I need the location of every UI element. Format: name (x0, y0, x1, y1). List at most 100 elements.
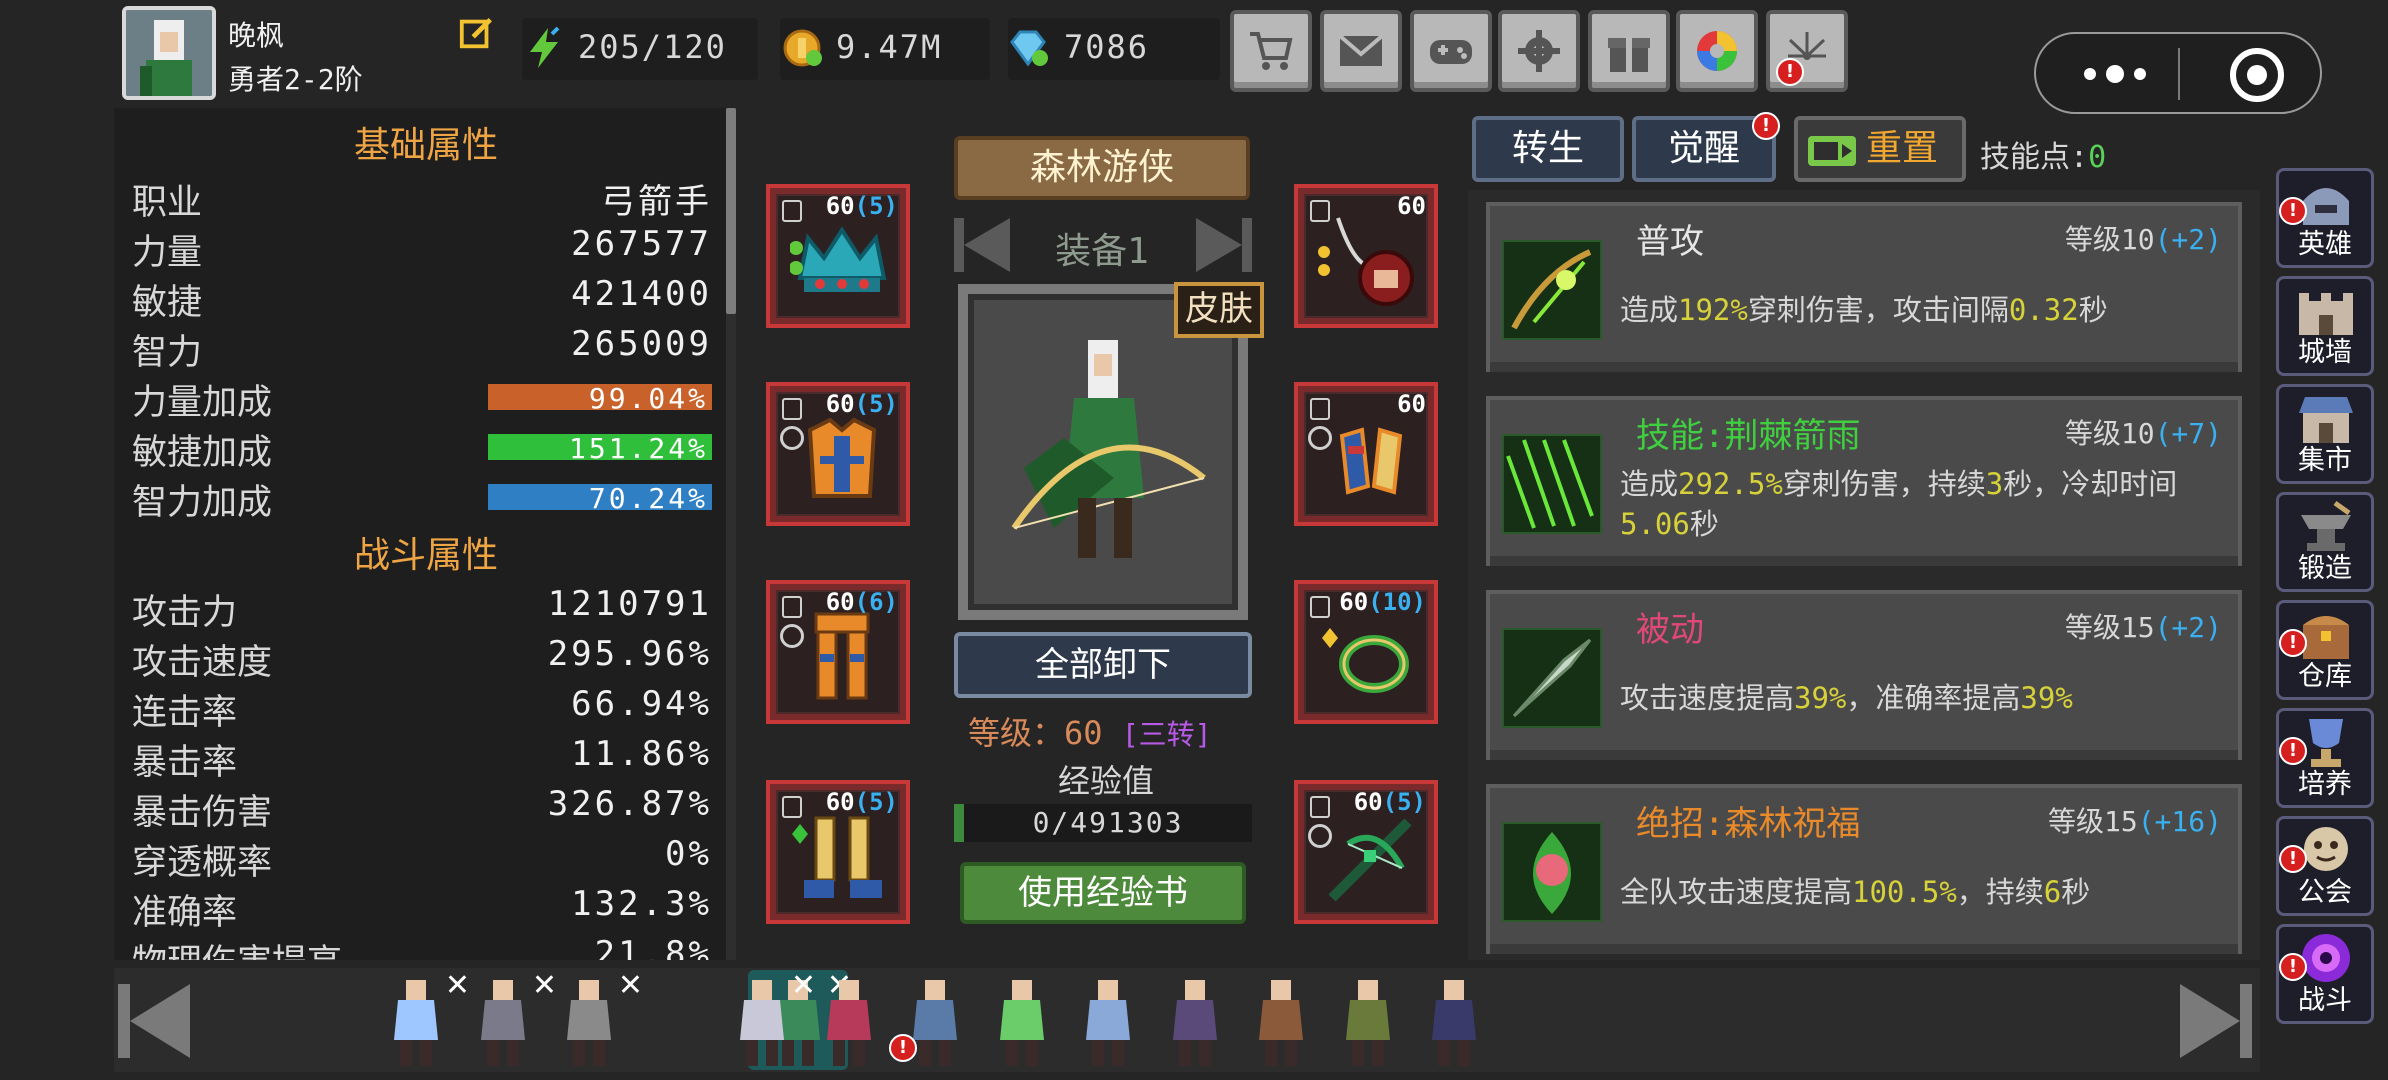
tab-rebirth[interactable]: 转生 (1472, 116, 1624, 182)
equip-slot-bracers[interactable]: 60 (1294, 382, 1438, 526)
video-ad-icon (1808, 136, 1856, 166)
next-set-arrow-icon[interactable] (1192, 214, 1256, 276)
stat-row-agility-bonus: 敏捷加成 151.24% (132, 420, 712, 473)
attributes-panel[interactable]: 基础属性 职业 弓箭手 力量 267577 敏捷 421400 智力 26500… (114, 108, 734, 960)
stat-row-intelligence: 智力 265009 (132, 324, 712, 373)
side-menu-market[interactable]: 集市 (2276, 384, 2374, 484)
socket-icon (780, 624, 804, 648)
hero-portrait-assassin[interactable] (1404, 970, 1504, 1070)
class-name-banner: 森林游侠 (954, 136, 1250, 200)
hero-portrait-warrior-woman[interactable]: ✕ (712, 968, 816, 1070)
lock-icon (782, 200, 802, 222)
skill-card-thorn-arrow-rain[interactable]: 技能:荆棘箭雨 等级10(+7) 造成292.5%穿刺伤害，持续3秒，冷却时间5… (1486, 396, 2242, 566)
close-target-icon[interactable] (2228, 46, 2286, 104)
equip-slot-legs[interactable]: 60(6) (766, 580, 910, 724)
skill-description: 攻击速度提高39%，准确率提高39% (1620, 681, 2073, 715)
gift-button[interactable] (1588, 10, 1670, 92)
passive-skill-icon (1502, 628, 1602, 728)
prev-set-arrow-icon[interactable] (950, 214, 1014, 276)
color-wheel-icon (1697, 31, 1737, 71)
more-dots-icon[interactable] (2080, 62, 2150, 86)
frost-knight-icon (1086, 980, 1130, 1066)
gamepad-icon (1430, 40, 1472, 64)
hero-portrait-paladin[interactable]: ✕ (539, 968, 643, 1070)
side-menu-walls[interactable]: 城墙 (2276, 276, 2374, 376)
side-menu-warehouse[interactable]: 仓库 ! (2276, 600, 2374, 700)
hero-portrait-frost-knight[interactable] (1058, 970, 1158, 1070)
unavailable-x-icon: ✕ (617, 968, 643, 1003)
lock-icon (782, 796, 802, 818)
attributes-scroll-thumb[interactable] (726, 108, 736, 314)
energy-icon (530, 26, 560, 68)
equip-slot-armor[interactable]: 60(5) (766, 382, 910, 526)
skill-card-passive[interactable]: 被动 等级15(+2) 攻击速度提高39%，准确率提高39% (1486, 590, 2242, 760)
warehouse-alert-badge: ! (2279, 629, 2307, 657)
mail-button[interactable] (1320, 10, 1402, 92)
shop-icon (2299, 397, 2353, 443)
stat-row-accuracy: 准确率 132.3% (132, 884, 712, 933)
hero-portrait-hunter[interactable] (1318, 970, 1418, 1070)
reset-skills-button[interactable]: 重置 (1794, 116, 1966, 182)
ring-icon (1322, 628, 1409, 693)
stat-row-penetration: 穿透概率 0% (132, 834, 712, 883)
hero-portrait-swordsman[interactable]: ✕ (453, 968, 557, 1070)
side-menu-battle[interactable]: 战斗 ! (2276, 924, 2374, 1024)
stat-row-strength: 力量 267577 (132, 224, 712, 273)
unequip-all-button[interactable]: 全部卸下 (954, 632, 1252, 698)
lock-icon (1310, 796, 1330, 818)
lock-icon (782, 398, 802, 420)
hero-portrait-ice-mage[interactable]: ✕ (366, 968, 470, 1070)
side-menu-heroes[interactable]: 英雄 ! (2276, 168, 2374, 268)
equipment-set-label: 装备1 (1055, 231, 1149, 272)
use-exp-book-button[interactable]: 使用经验书 (960, 862, 1246, 924)
crossbow-icon (1328, 818, 1412, 902)
skill-description: 造成192%穿刺伤害，攻击间隔0.32秒 (1620, 293, 2108, 327)
stat-row-crit-damage: 暴击伤害 326.87% (132, 784, 712, 833)
gear-icon (1518, 30, 1560, 72)
exp-label: 经验值 (1058, 762, 1155, 800)
lock-icon (1310, 596, 1330, 618)
awaken-alert-badge: ! (1752, 112, 1780, 140)
equip-slot-weapon[interactable]: 60(5) (1294, 780, 1438, 924)
intelligence-bonus-bar: 70.24% (488, 482, 712, 515)
skill-card-basic-attack[interactable]: 普攻 等级10(+2) 造成192%穿刺伤害，攻击间隔0.32秒 (1486, 202, 2242, 372)
heroes-alert-badge: ! (2279, 197, 2307, 225)
mini-program-capsule (2034, 32, 2322, 114)
hero-portrait-barbarian[interactable] (1231, 970, 1331, 1070)
hero-prev-arrow-icon[interactable] (110, 976, 200, 1066)
color-wheel-button[interactable] (1676, 10, 1758, 92)
side-menu-cultivate[interactable]: 培养 ! (2276, 708, 2374, 808)
hero-portrait-priestess[interactable] (799, 970, 899, 1070)
skin-button[interactable]: 皮肤 (1174, 282, 1264, 338)
hero-alert-badge: ! (889, 1034, 917, 1062)
events-button[interactable]: ! (1766, 10, 1848, 92)
edit-icon[interactable] (458, 14, 496, 52)
boots-icon (792, 816, 882, 898)
hero-portrait-sorcerer[interactable] (1145, 970, 1245, 1070)
settings-button[interactable] (1498, 10, 1580, 92)
skill-description: 造成292.5%穿刺伤害，持续3秒，冷却时间5.06秒 (1620, 467, 2178, 541)
equip-slot-ring[interactable]: 60(10) (1294, 580, 1438, 724)
hero-next-arrow-icon[interactable] (2170, 976, 2260, 1066)
stat-row-attack: 攻击力 1210791 (132, 584, 712, 633)
side-menu-forge[interactable]: 锻造 (2276, 492, 2374, 592)
hero-portrait-druid[interactable] (972, 970, 1072, 1070)
side-menu-guild[interactable]: 公会 ! (2276, 816, 2374, 916)
player-avatar[interactable] (122, 6, 216, 100)
necklace-icon (1318, 217, 1414, 306)
bracers-icon (1339, 427, 1403, 495)
equip-slot-boots[interactable]: 60(5) (766, 780, 910, 924)
mail-icon (1338, 34, 1384, 66)
gold-coin-icon (783, 29, 822, 67)
equip-slot-helmet[interactable]: 60(5) (766, 184, 910, 328)
gamepad-button[interactable] (1410, 10, 1492, 92)
player-rank: 勇者2-2阶 (228, 63, 363, 96)
player-name: 晚枫 (228, 19, 285, 52)
events-alert-badge: ! (1776, 58, 1804, 86)
equip-slot-necklace[interactable]: 60 (1294, 184, 1438, 328)
hero-portrait-gunner[interactable]: ! (885, 970, 985, 1070)
shop-cart-button[interactable] (1230, 10, 1312, 92)
battle-alert-badge: ! (2279, 953, 2307, 981)
crown-icon (790, 226, 887, 292)
skill-card-forest-blessing[interactable]: 绝招:森林祝福 等级15(+16) 全队攻击速度提高100.5%，持续6秒 (1486, 784, 2242, 954)
